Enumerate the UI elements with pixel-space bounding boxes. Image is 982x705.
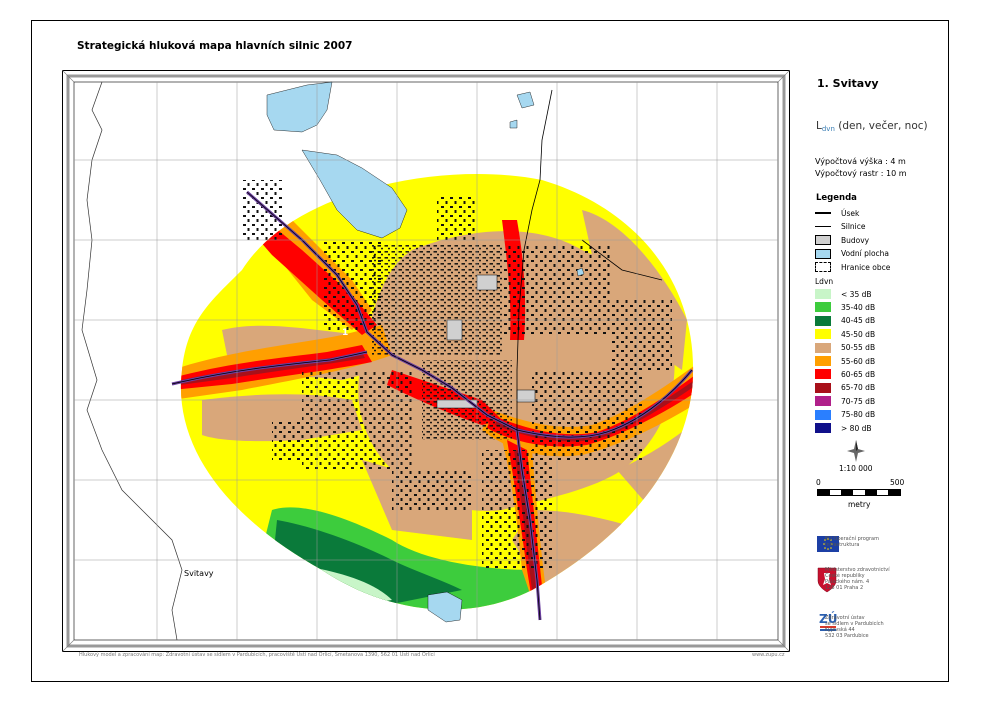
map-title: Strategická hluková mapa hlavních silnic…: [77, 40, 353, 52]
scale-max: 500: [890, 478, 905, 487]
noise-class-label: 55-60 dB: [841, 356, 876, 366]
footer-website[interactable]: www.zupu.cz: [752, 652, 785, 658]
ministry-logo-text: Ministerstvo zdravotnictví České republi…: [825, 567, 890, 591]
north-arrow-icon: [847, 440, 865, 462]
metric-rest: (den, večer, noc): [834, 120, 928, 132]
noise-class-label: 45-50 dB: [841, 329, 876, 339]
noise-class-label: 50-55 dB: [841, 343, 876, 353]
noise-class-label: < 35 dB: [841, 289, 872, 299]
legend-label: Úsek: [841, 208, 860, 218]
noise-class-row: 45-50 dB: [815, 328, 875, 340]
class-heading-text: Ldvn: [815, 276, 834, 286]
noise-class-swatch: [815, 289, 831, 299]
legend-item-silnice: Silnice: [815, 221, 866, 233]
noise-class-swatch: [815, 315, 831, 326]
noise-class-label: > 80 dB: [841, 423, 872, 433]
legend-label: Silnice: [841, 222, 866, 231]
legend-symbol: [815, 235, 831, 245]
legend-label: Hranice obce: [841, 262, 891, 272]
metric-label: Ldvn (den, večer, noc): [816, 120, 928, 133]
legend-symbol: [815, 262, 831, 272]
map-area[interactable]: Svitavy 1: [62, 70, 790, 652]
metric-sub: dvn: [821, 125, 835, 133]
noise-class-swatch: [815, 329, 831, 340]
noise-class-swatch: [815, 302, 831, 313]
scale-bar: [817, 489, 901, 496]
noise-class-swatch: [815, 409, 831, 420]
area-name: 1. Svitavy: [817, 77, 879, 90]
legend-item-úsek: Úsek: [815, 207, 859, 219]
legend-symbol: [815, 212, 831, 214]
noise-class-swatch: [815, 396, 831, 407]
footer-credit: Hlukový model a zpracování map: Zdravotn…: [79, 652, 435, 658]
noise-class-row: 75-80 dB: [815, 409, 875, 421]
noise-class-swatch: [815, 369, 831, 380]
zu-logo-text: Zdravotní ústav se sídlem v Pardubicích …: [825, 615, 884, 639]
noise-class-label: 60-65 dB: [841, 369, 876, 379]
place-label-section-number: 1: [342, 328, 348, 338]
place-label-svitavy: Svitavy: [184, 569, 214, 578]
scale-ratio: 1:10 000: [839, 464, 873, 473]
legend-panel: 1. Svitavy Ldvn (den, večer, noc) Výpočt…: [803, 70, 938, 660]
calc-grid: Výpočtový rastr : 10 m: [815, 169, 907, 178]
noise-class-swatch: [815, 342, 831, 353]
legend-item-budovy: Budovy: [815, 234, 869, 246]
noise-class-row: > 80 dB: [815, 422, 872, 434]
noise-class-row: 60-65 dB: [815, 368, 875, 380]
noise-class-row: 65-70 dB: [815, 382, 875, 394]
noise-class-row: < 35 dB: [815, 288, 872, 300]
noise-map-canvas[interactable]: Svitavy 1: [62, 70, 790, 652]
calc-height: Výpočtová výška : 4 m: [815, 157, 906, 166]
legend-item-vodní-plocha: Vodní plocha: [815, 248, 889, 260]
eu-logo-text: EU Operační program Infrastruktura: [825, 536, 879, 548]
noise-class-swatch: [815, 356, 831, 366]
noise-class-row: 50-55 dB: [815, 342, 875, 354]
noise-class-label: 70-75 dB: [841, 396, 876, 406]
noise-class-swatch: [815, 423, 831, 433]
legend-title: Legenda: [816, 193, 857, 203]
scale-unit: metry: [848, 500, 871, 509]
noise-class-row: 70-75 dB: [815, 395, 875, 407]
legend-symbol: [815, 248, 831, 259]
legend-label: Vodní plocha: [841, 249, 890, 258]
noise-class-row: 40-45 dB: [815, 315, 875, 327]
noise-class-label: 40-45 dB: [841, 316, 876, 326]
legend-item-hranice-obce: Hranice obce: [815, 261, 890, 273]
noise-class-label: 75-80 dB: [841, 410, 876, 420]
scale-min: 0: [816, 478, 821, 487]
noise-class-row: 35-40 dB: [815, 301, 875, 313]
legend-symbol: [815, 226, 831, 227]
legend-label: Budovy: [841, 235, 870, 245]
noise-class-label: 35-40 dB: [841, 302, 876, 312]
noise-class-label: 65-70 dB: [841, 383, 876, 393]
class-heading: Ldvn: [815, 275, 833, 287]
noise-class-swatch: [815, 382, 831, 393]
noise-class-row: 55-60 dB: [815, 355, 875, 367]
